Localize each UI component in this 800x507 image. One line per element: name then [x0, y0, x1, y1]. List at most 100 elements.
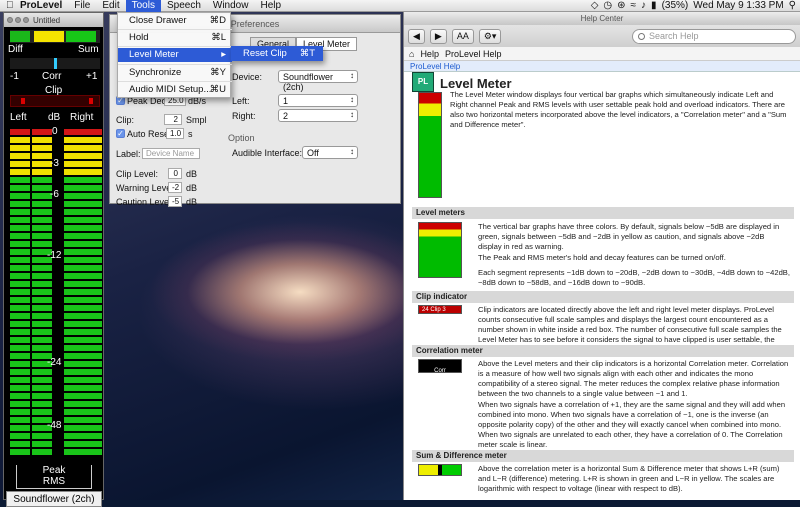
meter-segment	[32, 337, 52, 343]
meter-segment	[82, 161, 102, 167]
meter-titlebar[interactable]: Untitled	[4, 13, 103, 27]
clip-level-input[interactable]: 0	[168, 168, 182, 179]
left-peak-bar	[10, 129, 30, 455]
meter-segment	[82, 193, 102, 199]
help-title[interactable]: Help Center	[404, 12, 800, 25]
rms-label: RMS	[42, 476, 66, 487]
menu-item-hold[interactable]: Hold ⌘L	[118, 31, 232, 45]
peak-rms-legend: Peak RMS	[16, 465, 92, 489]
menu-item-close-drawer[interactable]: Close Drawer ⌘D	[118, 14, 232, 28]
left-channel-select[interactable]: 1	[278, 94, 358, 107]
meter-segment	[64, 137, 84, 143]
close-icon[interactable]	[7, 17, 13, 23]
section-correlation-meter: Correlation meter	[412, 345, 794, 357]
right-channel-select[interactable]: 2	[278, 109, 358, 122]
meter-segment	[10, 169, 30, 175]
nav-prolevel-help-link[interactable]: ProLevel Help	[445, 49, 502, 59]
meter-segment	[64, 305, 84, 311]
meter-segment	[32, 209, 52, 215]
menu-item-audio-midi-setup[interactable]: Audio MIDI Setup... ⌘U	[118, 83, 232, 97]
meter-segment	[82, 321, 102, 327]
diff-label: Diff	[8, 44, 23, 55]
battery-icon[interactable]: ▮	[651, 0, 657, 11]
wifi-icon[interactable]: ≈	[631, 0, 637, 11]
clock[interactable]: Wed May 9 1:33 PM	[693, 0, 783, 11]
level-meters-thumbnail	[418, 222, 462, 278]
meter-segment	[64, 193, 84, 199]
scale-12: -12	[47, 250, 62, 261]
meter-segment	[10, 209, 30, 215]
volume-icon[interactable]: ♪	[641, 0, 646, 11]
meter-segment	[10, 217, 30, 223]
meter-segment	[64, 321, 84, 327]
source-device-label[interactable]: Soundflower (2ch)	[6, 491, 102, 507]
meter-segment	[32, 393, 52, 399]
meter-segment	[32, 217, 52, 223]
spotlight-icon[interactable]: ⚲	[789, 0, 796, 11]
auto-reset-unit: s	[188, 129, 193, 139]
option-group-label: Option	[228, 133, 255, 143]
back-button[interactable]: ◀	[408, 28, 425, 44]
clip-samples-input[interactable]: 2	[164, 114, 182, 125]
meter-segment	[64, 313, 84, 319]
level-meters-paragraph-1: The vertical bar graphs have three color…	[478, 222, 780, 252]
warning-level-unit: dB	[186, 183, 198, 193]
meter-segment	[64, 361, 84, 367]
gear-icon[interactable]: ⚙▾	[478, 28, 502, 44]
meter-segment	[32, 273, 52, 279]
text-size-button[interactable]: AA	[451, 28, 474, 44]
level-meter-window: Untitled Diff Sum -1 Corr +1 Clip Left d…	[3, 12, 104, 507]
clip-unit: Smpl	[186, 115, 207, 125]
minimize-icon[interactable]	[15, 17, 21, 23]
meter-segment	[10, 281, 30, 287]
dropbox-icon[interactable]: ◇	[591, 0, 599, 11]
meter-segment	[32, 329, 52, 335]
meter-segment	[64, 265, 84, 271]
meter-segment	[32, 409, 52, 415]
warning-level-input[interactable]: -2	[168, 182, 182, 193]
peak-label: Peak	[42, 465, 66, 476]
auto-reset-input[interactable]: 1.0	[166, 128, 184, 139]
apple-icon[interactable]: 	[0, 0, 14, 12]
forward-button[interactable]: ▶	[429, 28, 447, 44]
menu-item-level-meter[interactable]: Level Meter ▸	[118, 48, 232, 62]
search-help-input[interactable]: Search Help	[632, 28, 796, 44]
menu-speech[interactable]: Speech	[161, 0, 207, 12]
home-icon[interactable]: ⌂	[409, 49, 414, 59]
auto-reset-checkbox[interactable]: ✓	[116, 129, 125, 138]
bluetooth-icon[interactable]: ⊛	[617, 0, 625, 11]
meter-segment	[10, 385, 30, 391]
menu-help[interactable]: Help	[254, 0, 287, 12]
menu-file[interactable]: File	[68, 0, 96, 12]
meter-segment	[64, 233, 84, 239]
menu-app-name[interactable]: ProLevel	[14, 0, 68, 12]
audible-interface-select[interactable]: Off	[302, 146, 358, 159]
timemachine-icon[interactable]: ◷	[603, 0, 612, 11]
meter-segment	[10, 377, 30, 383]
breadcrumb[interactable]: ProLevel Help	[404, 61, 800, 72]
device-select[interactable]: Soundflower (2ch)	[278, 70, 358, 92]
level-meters-paragraph-3: Each segment represents −1dB down to −20…	[478, 268, 790, 288]
battery-percent: (35%)	[661, 0, 689, 11]
menu-item-synchronize[interactable]: Synchronize ⌘Y	[118, 66, 232, 80]
meter-segment	[64, 217, 84, 223]
meter-segment	[10, 241, 30, 247]
zoom-icon[interactable]	[23, 17, 29, 23]
meter-segment	[32, 377, 52, 383]
clip-indicator[interactable]	[10, 95, 100, 107]
meter-segment	[32, 137, 52, 143]
meter-segment	[82, 401, 102, 407]
meter-segment	[10, 305, 30, 311]
meter-segment	[64, 401, 84, 407]
nav-help-link[interactable]: Help	[420, 49, 439, 59]
menu-item-reset-clip[interactable]: Reset Clip ⌘T	[231, 46, 323, 61]
meter-segment	[82, 201, 102, 207]
caution-level-label: Caution Level:	[116, 197, 174, 207]
meter-segment	[10, 161, 30, 167]
caution-level-input[interactable]: -5	[168, 196, 182, 207]
device-name-input[interactable]: Device Name	[142, 148, 200, 159]
menu-window[interactable]: Window	[207, 0, 255, 12]
menu-tools[interactable]: Tools	[125, 0, 161, 12]
menu-edit[interactable]: Edit	[96, 0, 125, 12]
correlation-meter	[10, 58, 100, 69]
